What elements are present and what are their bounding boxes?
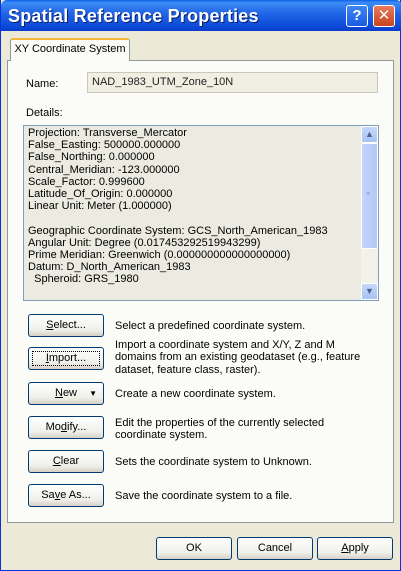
clear-description: Sets the coordinate system to Unknown. bbox=[115, 456, 312, 468]
import-button[interactable]: Import... bbox=[28, 347, 104, 370]
new-button[interactable]: New ▼ bbox=[28, 382, 104, 405]
select-label-post: elect... bbox=[53, 319, 86, 331]
modify-description: Edit the properties of the currently sel… bbox=[115, 417, 325, 442]
tab-xy-coordinate-system[interactable]: XY Coordinate System bbox=[10, 38, 130, 61]
new-description: Create a new coordinate system. bbox=[115, 388, 276, 400]
save-as-button[interactable]: Save As... bbox=[28, 484, 104, 507]
details-textbox[interactable]: Projection: Transverse_Mercator False_Ea… bbox=[23, 125, 379, 301]
modify-label-post: ify... bbox=[67, 421, 87, 433]
apply-button[interactable]: Apply bbox=[317, 537, 393, 560]
save-as-label-post: e As... bbox=[60, 489, 91, 501]
select-description: Select a predefined coordinate system. bbox=[115, 320, 306, 332]
new-label-mnemonic: N bbox=[54, 387, 63, 399]
apply-label-mnemonic: A bbox=[341, 542, 349, 554]
scroll-grip-icon: ≡ bbox=[366, 191, 371, 198]
close-button[interactable]: ✕ bbox=[373, 5, 395, 27]
apply-label-post: pply bbox=[348, 542, 369, 554]
select-button[interactable]: Select... bbox=[28, 314, 104, 337]
save-as-description: Save the coordinate system to a file. bbox=[115, 490, 293, 502]
cancel-button[interactable]: Cancel bbox=[237, 537, 313, 560]
title-bar[interactable]: Spatial Reference Properties ? ✕ bbox=[1, 0, 401, 31]
scroll-thumb[interactable]: ≡ bbox=[361, 143, 378, 249]
window-title: Spatial Reference Properties bbox=[8, 6, 259, 26]
name-field: NAD_1983_UTM_Zone_10N bbox=[87, 72, 378, 93]
details-label: Details: bbox=[26, 107, 63, 119]
spatial-reference-dialog: Spatial Reference Properties ? ✕ XY Coor… bbox=[0, 0, 401, 571]
details-scrollbar[interactable]: ▲ ≡ ▼ bbox=[361, 126, 378, 300]
details-text: Projection: Transverse_Mercator False_Ea… bbox=[28, 127, 328, 286]
modify-label-pre: Mo bbox=[45, 421, 61, 433]
dropdown-arrow-icon: ▼ bbox=[89, 389, 97, 398]
import-label-mnemonic: I bbox=[45, 352, 49, 364]
clear-label-mnemonic: C bbox=[52, 455, 61, 467]
clear-label-post: lear bbox=[60, 455, 80, 467]
help-button[interactable]: ? bbox=[346, 5, 368, 27]
save-as-label-pre: Sa bbox=[41, 489, 55, 501]
ok-button[interactable]: OK bbox=[156, 537, 232, 560]
new-label-post: ew bbox=[62, 387, 77, 399]
modify-button[interactable]: Modify... bbox=[28, 416, 104, 439]
scroll-down-arrow-icon[interactable]: ▼ bbox=[361, 283, 378, 300]
name-label: Name: bbox=[26, 78, 59, 90]
import-description: Import a coordinate system and X/Y, Z an… bbox=[115, 339, 361, 376]
import-label-post: mport... bbox=[48, 352, 87, 364]
scroll-up-arrow-icon[interactable]: ▲ bbox=[361, 126, 378, 143]
clear-button[interactable]: Clear bbox=[28, 450, 104, 473]
